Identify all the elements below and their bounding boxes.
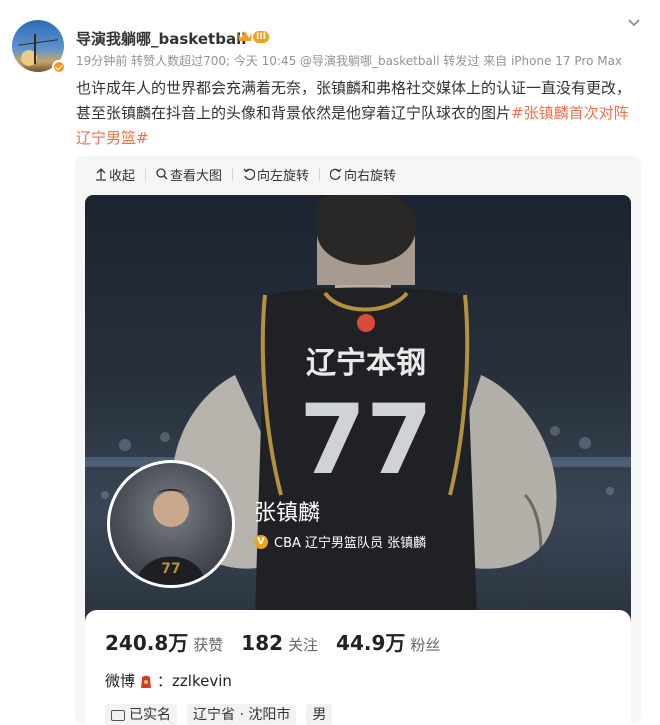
jersey-number: 77 <box>299 384 433 496</box>
collapse-button[interactable]: 收起 <box>95 166 136 184</box>
weibo-colon: ： <box>157 672 173 690</box>
id-card-icon <box>111 709 125 721</box>
weibo-id[interactable]: zzlkevin <box>172 672 232 690</box>
verification-text: CBA 辽宁男篮队员 张镇麟 <box>274 536 427 551</box>
level-badge: III <box>253 31 270 43</box>
svg-text:77: 77 <box>161 561 180 577</box>
avatar-pole <box>34 34 36 64</box>
tag-label: 男 <box>312 707 327 723</box>
toolbar-divider <box>145 167 147 181</box>
avatar-wire <box>18 39 58 46</box>
chevron-down-icon[interactable] <box>627 16 641 30</box>
rotate-right-button[interactable]: 向右旋转 <box>330 166 397 184</box>
profile-stats: 240.8万 获赞 182 关注 44.9万 粉丝 <box>105 627 458 656</box>
profile-avatar-photo: 77 <box>136 489 206 585</box>
profile-name: 张镇麟 <box>254 501 321 526</box>
tag-label: 已实名 <box>129 707 171 723</box>
tag-gender: 男 <box>306 704 333 725</box>
arrow-up-icon <box>96 168 106 181</box>
rotate-right-label: 向右旋转 <box>344 168 397 184</box>
following-label: 关注 <box>288 636 319 654</box>
likes-label: 获赞 <box>193 636 224 654</box>
crown-icon <box>238 31 252 41</box>
author-username[interactable]: 导演我躺哪_basketball <box>76 28 246 49</box>
search-icon <box>156 168 168 180</box>
toolbar-divider <box>232 167 234 181</box>
profile-verification: CBA 辽宁男篮队员 张镇麟 <box>254 532 426 551</box>
rotate-left-label: 向左旋转 <box>257 168 310 184</box>
followers-label: 粉丝 <box>410 636 441 654</box>
post-meta: 19分钟前 转赞人数超过700; 今天 10:45 @导演我躺哪_basketb… <box>76 54 623 68</box>
collapse-label: 收起 <box>109 168 136 184</box>
post-text: 也许成年人的世界都会充满着无奈，张镇麟和弗格社交媒体上的认证一直没有更改，甚至张… <box>76 76 642 151</box>
media-toolbar: 收起 查看大图 向左旋转 向右旋转 <box>95 166 397 184</box>
profile-avatar[interactable]: 77 <box>107 460 235 588</box>
profile-card: 240.8万 获赞 182 关注 44.9万 粉丝 微博 ： zzlkevin … <box>85 610 631 725</box>
view-large-label: 查看大图 <box>170 168 223 184</box>
weibo-label: 微博 <box>105 672 136 690</box>
tag-label: 辽宁省 · 沈阳市 <box>193 707 291 723</box>
profile-tags: 已实名 辽宁省 · 沈阳市 男 <box>105 704 342 725</box>
tag-location: 辽宁省 · 沈阳市 <box>187 704 297 725</box>
weibo-row: 微博 ： zzlkevin <box>105 670 232 691</box>
followers-count: 44.9万 <box>336 631 406 655</box>
verified-v-icon <box>254 534 268 549</box>
tag-verified-identity: 已实名 <box>105 704 177 725</box>
toolbar-divider <box>319 167 321 181</box>
rotate-right-icon <box>330 168 342 180</box>
rotate-left-button[interactable]: 向左旋转 <box>243 166 310 184</box>
likes-count: 240.8万 <box>105 631 189 655</box>
view-large-button[interactable]: 查看大图 <box>156 166 223 184</box>
red-bag-icon <box>141 675 152 688</box>
jersey-team-text: 辽宁本钢 <box>306 346 426 381</box>
following-count: 182 <box>241 631 284 655</box>
rotate-left-icon <box>243 168 256 180</box>
verified-badge-icon <box>52 60 66 74</box>
